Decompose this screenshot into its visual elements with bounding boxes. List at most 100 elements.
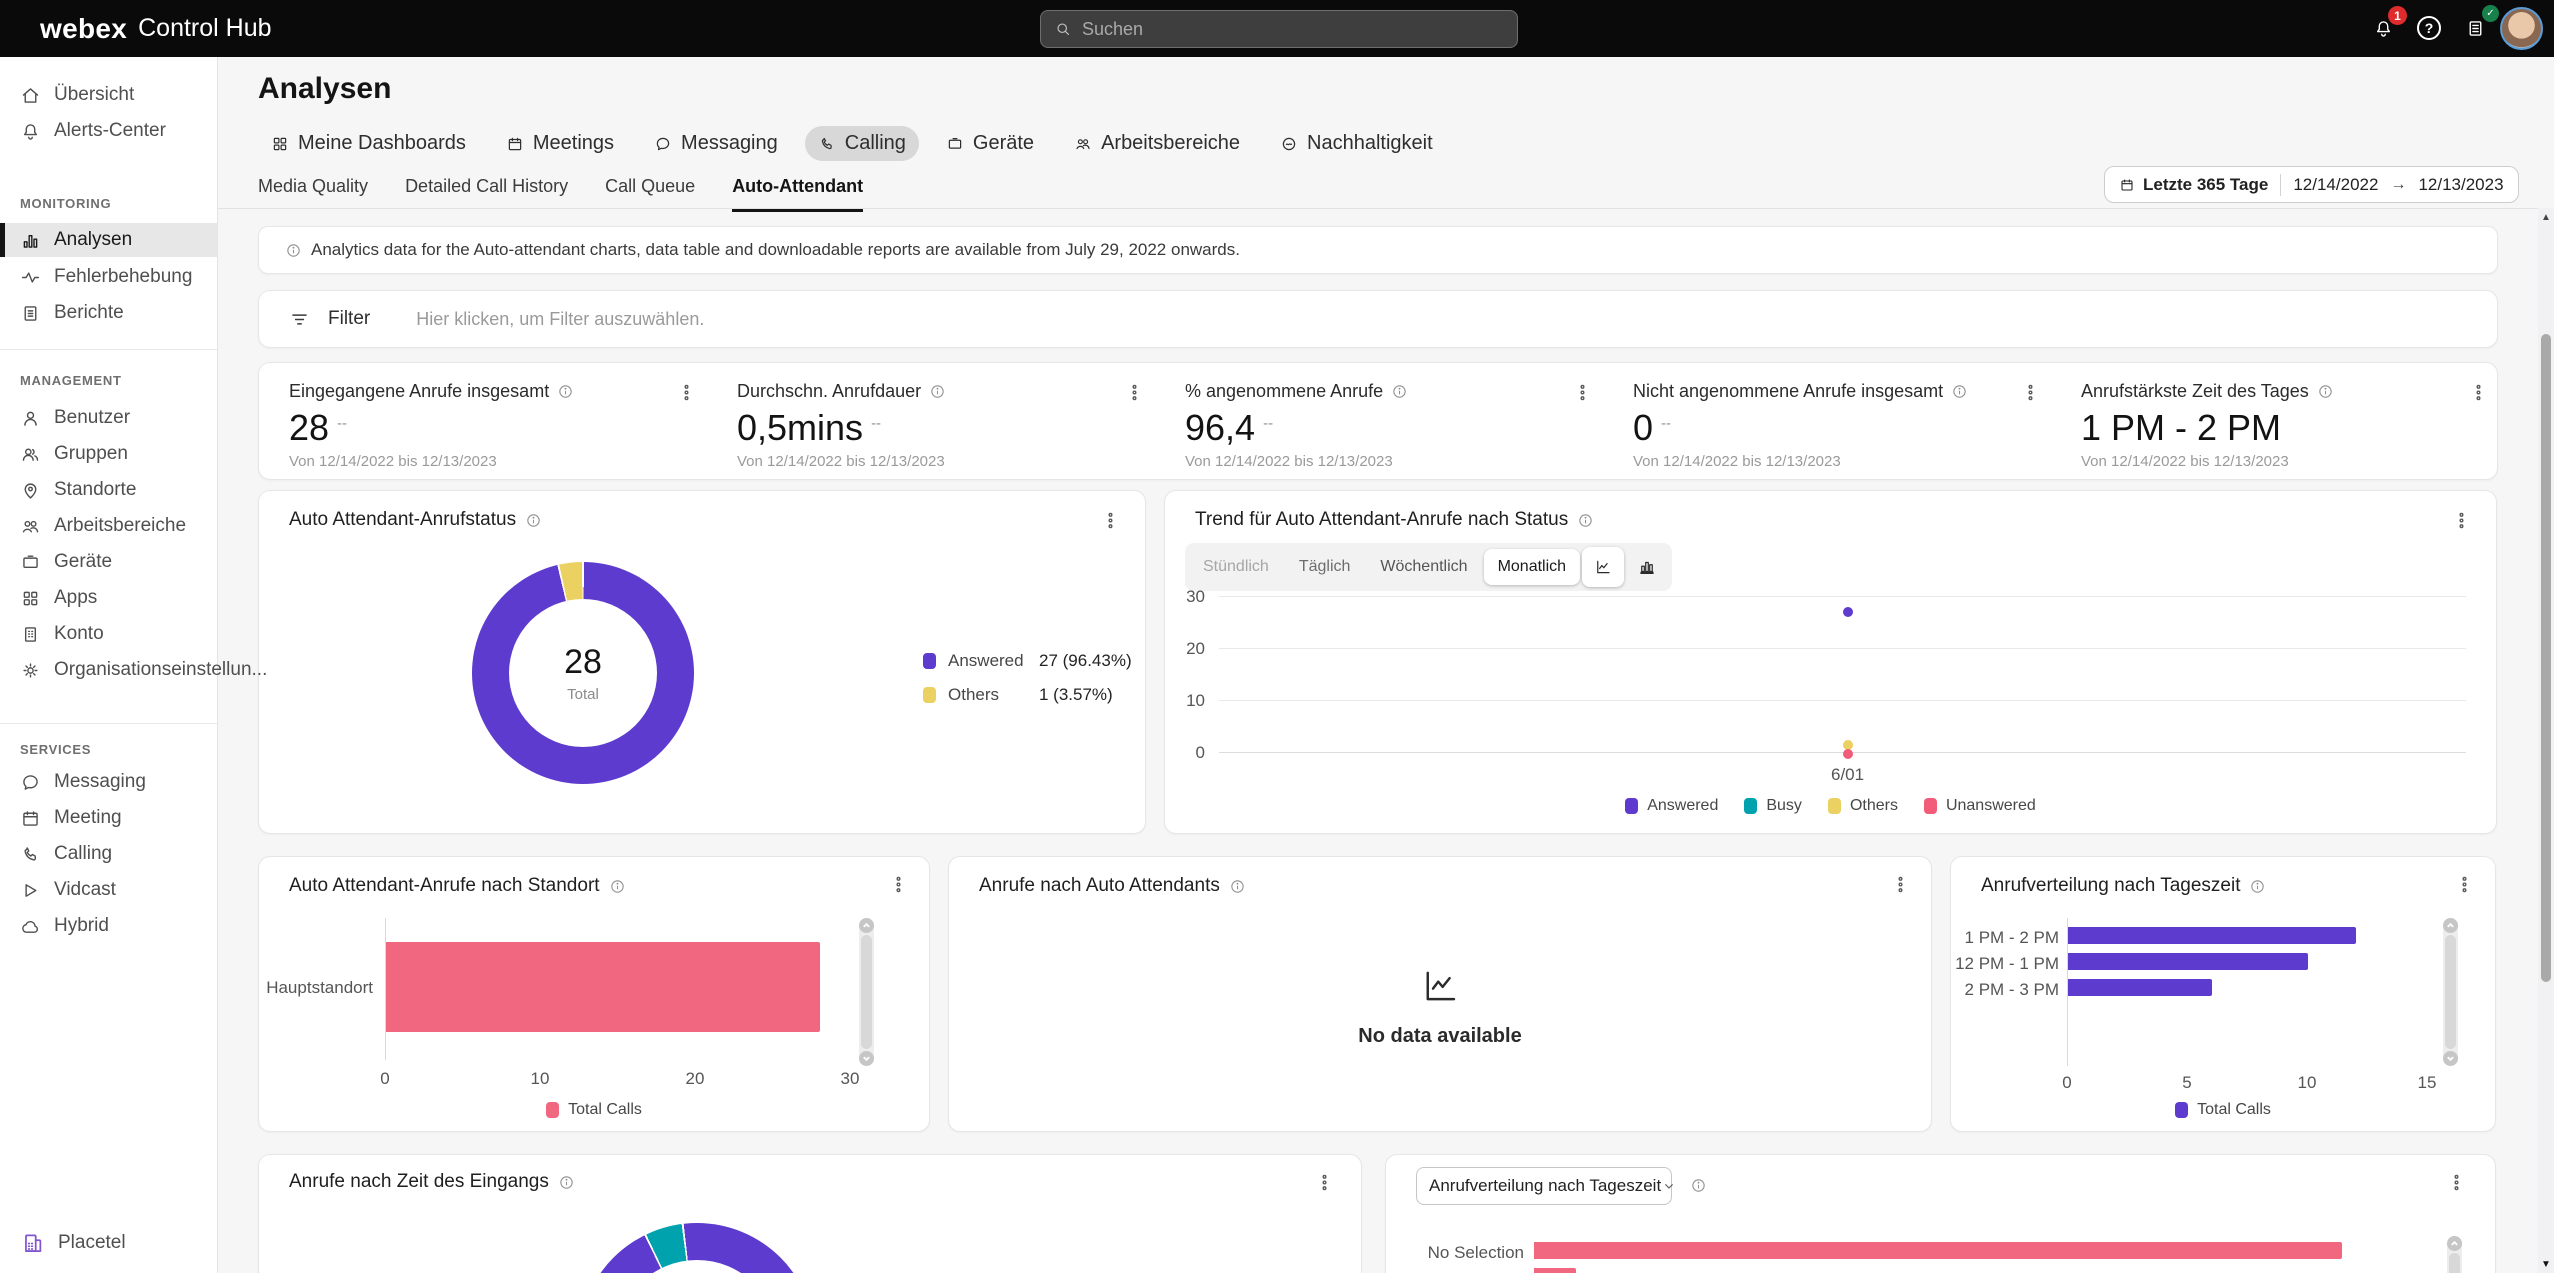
bar-partial-row[interactable] <box>1534 1268 1576 1273</box>
chart-scrollbar[interactable] <box>2447 1236 2462 1273</box>
kebab-menu[interactable] <box>1569 379 1595 405</box>
kebab-menu[interactable] <box>1311 1169 1337 1195</box>
legend-item-total-calls[interactable]: Total Calls <box>2175 1101 2271 1119</box>
sidebar-item-alerts-center[interactable]: Alerts-Center <box>0 114 218 148</box>
info-icon[interactable] <box>929 383 946 400</box>
sidebar-item-uebersicht[interactable]: Übersicht <box>0 78 218 112</box>
tab-calling[interactable]: Calling <box>805 126 919 161</box>
scroll-up-icon[interactable] <box>859 918 874 933</box>
sidebar-item-gruppen[interactable]: Gruppen <box>0 437 218 471</box>
filter-placeholder[interactable]: Hier klicken, um Filter auszuwählen. <box>416 309 704 330</box>
sidebar-item-analysen[interactable]: Analysen <box>0 223 218 257</box>
sidebar-item-benutzer[interactable]: Benutzer <box>0 401 218 435</box>
kebab-menu[interactable] <box>1121 379 1147 405</box>
user-avatar[interactable] <box>2500 7 2543 50</box>
entry-time-donut[interactable] <box>579 1223 815 1273</box>
bar-2pm-3pm[interactable] <box>2068 979 2212 996</box>
chart-scrollbar[interactable] <box>2443 918 2458 1066</box>
sidebar-item-berichte[interactable]: Berichte <box>0 296 218 330</box>
info-icon[interactable] <box>1577 512 1594 529</box>
legend-item-total-calls[interactable]: Total Calls <box>546 1101 642 1119</box>
notifications-button[interactable]: 1 <box>2368 13 2398 43</box>
kebab-menu[interactable] <box>2451 871 2477 897</box>
info-icon[interactable] <box>1229 878 1246 895</box>
bar-hauptstandort[interactable] <box>386 942 820 1032</box>
filter-bar[interactable]: Filter Hier klicken, um Filter auszuwähl… <box>258 290 2498 348</box>
tab-geraete[interactable]: Geräte <box>933 126 1047 161</box>
legend-item-busy[interactable]: Busy <box>1744 797 1802 815</box>
bar-chart-toggle[interactable] <box>1626 547 1668 587</box>
sidebar-item-messaging[interactable]: Messaging <box>0 765 218 799</box>
whats-new-button[interactable]: ✓ <box>2460 13 2490 43</box>
chart-selector-dropdown[interactable]: Anrufverteilung nach Tageszeit <box>1416 1167 1672 1205</box>
data-point-unanswered[interactable] <box>1843 749 1853 759</box>
kebab-menu[interactable] <box>2465 379 2491 405</box>
date-end[interactable]: 12/13/2023 <box>2418 175 2503 195</box>
scroll-thumb[interactable] <box>861 935 872 1049</box>
info-icon[interactable] <box>1690 1177 1707 1194</box>
search-input[interactable] <box>1082 19 1504 40</box>
kebab-menu[interactable] <box>673 379 699 405</box>
subtab-auto-attendant[interactable]: Auto-Attendant <box>732 176 863 212</box>
kebab-menu[interactable] <box>1097 507 1123 533</box>
sidebar-item-meeting[interactable]: Meeting <box>0 801 218 835</box>
info-icon[interactable] <box>2317 383 2334 400</box>
sidebar-item-fehlerbehebung[interactable]: Fehlerbehebung <box>0 260 218 294</box>
legend-item-others[interactable]: Others 1 (3.57%) <box>923 685 999 705</box>
legend-item-others[interactable]: Others <box>1828 797 1898 815</box>
info-icon[interactable] <box>2249 878 2266 895</box>
bar-no-selection[interactable] <box>1534 1242 2342 1259</box>
scroll-thumb[interactable] <box>2445 935 2456 1049</box>
subtab-detailed-call-history[interactable]: Detailed Call History <box>405 176 568 212</box>
granularity-weekly[interactable]: Wöchentlich <box>1366 549 1481 585</box>
tab-messaging[interactable]: Messaging <box>641 126 791 161</box>
date-range-picker[interactable]: Letzte 365 Tage 12/14/2022 → 12/13/2023 <box>2104 166 2519 203</box>
sidebar-item-geraete[interactable]: Geräte <box>0 545 218 579</box>
scroll-up-icon[interactable] <box>2443 918 2458 933</box>
sidebar-item-hybrid[interactable]: Hybrid <box>0 909 218 943</box>
scroll-down-icon[interactable] <box>2443 1051 2458 1066</box>
granularity-monthly[interactable]: Monatlich <box>1484 549 1580 585</box>
chart-scrollbar[interactable] <box>859 918 874 1066</box>
tab-nachhaltigkeit[interactable]: Nachhaltigkeit <box>1267 126 1446 161</box>
sidebar-item-vidcast[interactable]: Vidcast <box>0 873 218 907</box>
legend-item-answered[interactable]: Answered 27 (96.43%) <box>923 651 1024 671</box>
info-icon[interactable] <box>1391 383 1408 400</box>
sidebar-item-konto[interactable]: Konto <box>0 617 218 651</box>
kebab-menu[interactable] <box>2448 507 2474 533</box>
sidebar-item-standorte[interactable]: Standorte <box>0 473 218 507</box>
kebab-menu[interactable] <box>1887 871 1913 897</box>
info-icon[interactable] <box>525 512 542 529</box>
legend-item-answered[interactable]: Answered <box>1625 797 1718 815</box>
bar-12pm-1pm[interactable] <box>2068 953 2308 970</box>
subtab-media-quality[interactable]: Media Quality <box>258 176 368 212</box>
bar-1pm-2pm[interactable] <box>2068 927 2356 944</box>
date-preset-button[interactable]: Letzte 365 Tage <box>2119 175 2268 195</box>
scroll-thumb[interactable] <box>2449 1253 2460 1273</box>
info-icon[interactable] <box>1951 383 1968 400</box>
granularity-hourly[interactable]: Stündlich <box>1189 549 1283 585</box>
global-search[interactable] <box>1040 10 1518 48</box>
sidebar-item-calling[interactable]: Calling <box>0 837 218 871</box>
tab-meetings[interactable]: Meetings <box>493 126 627 161</box>
tab-arbeitsbereiche[interactable]: Arbeitsbereiche <box>1061 126 1253 161</box>
date-start[interactable]: 12/14/2022 <box>2293 175 2378 195</box>
kebab-menu[interactable] <box>2017 379 2043 405</box>
kebab-menu[interactable] <box>885 871 911 897</box>
sidebar-footer-placetel[interactable]: Placetel <box>0 1223 218 1263</box>
info-icon[interactable] <box>557 383 574 400</box>
kebab-menu[interactable] <box>2443 1169 2469 1195</box>
sidebar-item-apps[interactable]: Apps <box>0 581 218 615</box>
scroll-up-icon[interactable] <box>2447 1236 2462 1251</box>
sidebar-item-organisationseinstellungen[interactable]: Organisationseinstellun... <box>0 653 218 687</box>
scrollbar-thumb[interactable] <box>2541 334 2551 982</box>
subtab-call-queue[interactable]: Call Queue <box>605 176 695 212</box>
scroll-down-icon[interactable] <box>859 1051 874 1066</box>
sidebar-item-arbeitsbereiche[interactable]: Arbeitsbereiche <box>0 509 218 543</box>
help-button[interactable]: ? <box>2414 13 2444 43</box>
line-chart-toggle[interactable] <box>1582 547 1624 587</box>
scrollbar-down-icon[interactable]: ▼ <box>2538 1259 2554 1270</box>
info-icon[interactable] <box>609 878 626 895</box>
granularity-daily[interactable]: Täglich <box>1285 549 1365 585</box>
legend-item-unanswered[interactable]: Unanswered <box>1924 797 2036 815</box>
